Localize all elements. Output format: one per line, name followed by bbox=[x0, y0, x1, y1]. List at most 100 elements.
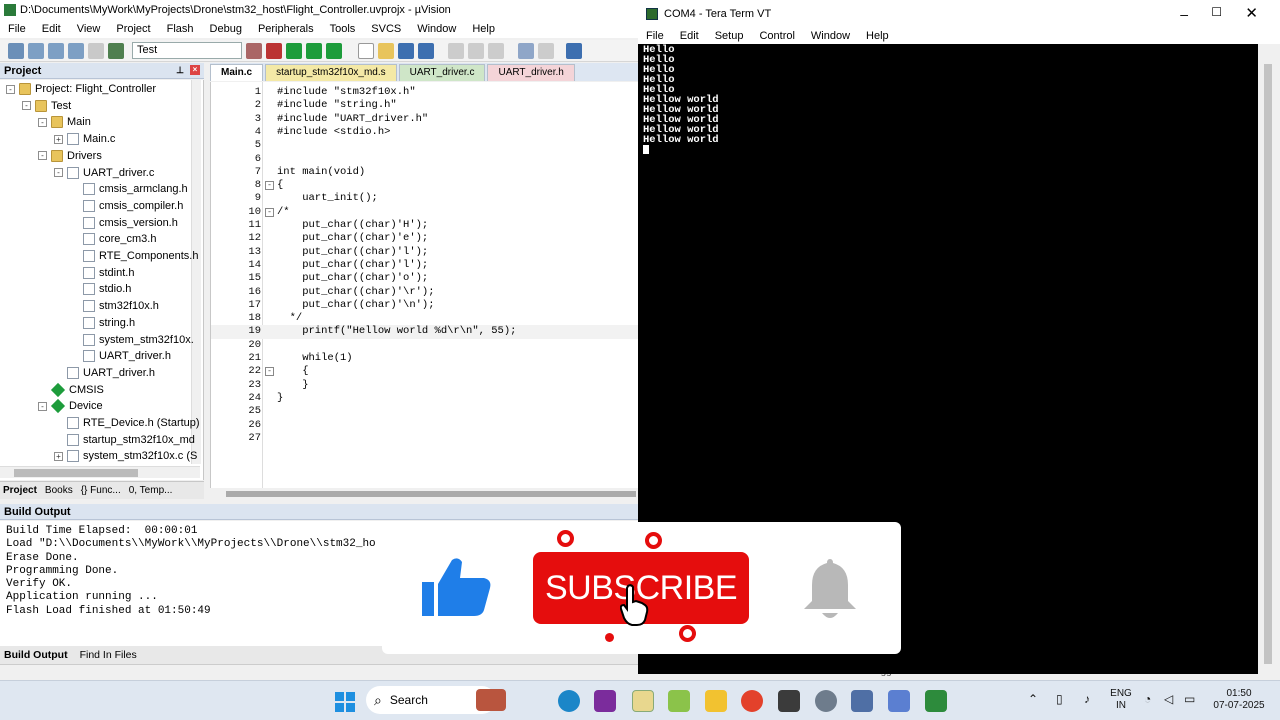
fold-toggle-icon[interactable]: - bbox=[265, 367, 274, 377]
tray-chevron-icon[interactable]: ⌃ bbox=[1028, 692, 1038, 706]
terminal-vscroll-thumb[interactable] bbox=[1264, 64, 1272, 664]
menu-item-help[interactable]: Help bbox=[464, 23, 503, 35]
undo-icon[interactable] bbox=[518, 42, 534, 59]
tree-item[interactable]: - Drivers bbox=[38, 148, 102, 164]
build-tab[interactable]: Find In Files bbox=[80, 649, 137, 661]
menu-item-view[interactable]: View bbox=[69, 23, 109, 35]
tree-item[interactable]: startup_stm32f10x_md bbox=[54, 432, 195, 448]
editor-hscroll[interactable] bbox=[210, 488, 638, 500]
menu-item-project[interactable]: Project bbox=[108, 23, 158, 35]
tree-item[interactable]: - Test bbox=[22, 98, 71, 114]
open-file-icon[interactable] bbox=[378, 42, 394, 59]
tree-item[interactable]: core_cm3.h bbox=[70, 231, 156, 247]
tree-item[interactable]: - Device bbox=[38, 398, 103, 414]
tree-item[interactable]: + Main.c bbox=[54, 131, 115, 147]
fold-toggle-icon[interactable]: - bbox=[265, 181, 274, 191]
manage-components-icon[interactable] bbox=[266, 42, 282, 59]
usb-icon[interactable]: ▯ bbox=[1056, 692, 1063, 706]
tree-item[interactable]: RTE_Components.h bbox=[70, 248, 198, 264]
tt-menu-item-file[interactable]: File bbox=[638, 30, 672, 42]
editor-tab[interactable]: UART_driver.h bbox=[487, 64, 575, 81]
tree-item[interactable]: CMSIS bbox=[38, 382, 104, 398]
tree-item[interactable]: - UART_driver.c bbox=[54, 165, 154, 181]
tree-item[interactable]: cmsis_armclang.h bbox=[70, 181, 188, 197]
like-icon[interactable] bbox=[422, 556, 494, 618]
code-editor[interactable]: 1 #include "stm32f10x.h" 2 #include "string… bbox=[210, 82, 639, 488]
clock[interactable]: 01:50 07-07-2025 bbox=[1206, 688, 1272, 712]
menu-item-tools[interactable]: Tools bbox=[322, 23, 364, 35]
collapse-icon[interactable]: - bbox=[38, 117, 47, 127]
tree-item[interactable]: string.h bbox=[70, 315, 135, 331]
translate-icon[interactable] bbox=[8, 42, 24, 59]
tree-item[interactable]: stm32f10x.h bbox=[70, 298, 159, 314]
uvision-taskbar-icon[interactable] bbox=[632, 690, 654, 712]
save-icon[interactable] bbox=[398, 42, 414, 59]
rte-icon[interactable] bbox=[326, 42, 342, 59]
maximize-icon[interactable]: ☐ bbox=[1211, 5, 1222, 19]
battery-icon[interactable]: ▭ bbox=[1184, 692, 1195, 706]
editor-tab[interactable]: startup_stm32f10x_md.s bbox=[265, 64, 397, 81]
collapse-icon[interactable]: - bbox=[38, 151, 47, 161]
teraterm-taskbar-icon[interactable] bbox=[925, 690, 947, 712]
expand-icon[interactable]: + bbox=[54, 134, 63, 144]
tree-item[interactable]: stdio.h bbox=[70, 281, 131, 297]
terminal-icon[interactable] bbox=[778, 690, 800, 712]
tt-menu-item-window[interactable]: Window bbox=[803, 30, 858, 42]
project-tab[interactable]: Project bbox=[3, 485, 37, 496]
new-file-icon[interactable] bbox=[358, 42, 374, 59]
menu-item-debug[interactable]: Debug bbox=[202, 23, 250, 35]
editor-hscroll-thumb[interactable] bbox=[226, 491, 636, 497]
snipping-tool-icon[interactable] bbox=[888, 690, 910, 712]
build-tab[interactable]: Build Output bbox=[4, 649, 68, 661]
collapse-icon[interactable]: - bbox=[38, 401, 47, 411]
menu-item-edit[interactable]: Edit bbox=[34, 23, 69, 35]
copy-icon[interactable] bbox=[468, 42, 484, 59]
download-icon[interactable] bbox=[108, 42, 124, 59]
calculator-icon[interactable] bbox=[851, 690, 873, 712]
tt-menu-item-control[interactable]: Control bbox=[751, 30, 802, 42]
tt-menu-item-help[interactable]: Help bbox=[858, 30, 897, 42]
wifi-icon[interactable]: ◔ bbox=[1144, 692, 1151, 706]
notepadpp-icon[interactable] bbox=[668, 690, 690, 712]
fold-toggle-icon[interactable]: - bbox=[265, 207, 274, 217]
close-icon[interactable]: × bbox=[190, 65, 200, 75]
menu-item-window[interactable]: Window bbox=[409, 23, 464, 35]
editor-tab[interactable]: UART_driver.c bbox=[398, 64, 486, 81]
cut-icon[interactable] bbox=[448, 42, 464, 59]
menu-item-flash[interactable]: Flash bbox=[159, 23, 202, 35]
rebuild-icon[interactable] bbox=[48, 42, 64, 59]
tree-item[interactable]: system_stm32f10x. bbox=[70, 332, 194, 348]
paste-icon[interactable] bbox=[488, 42, 504, 59]
edge-icon[interactable] bbox=[558, 690, 580, 712]
menu-item-file[interactable]: File bbox=[0, 23, 34, 35]
tree-item[interactable]: cmsis_compiler.h bbox=[70, 198, 183, 214]
expand-icon[interactable]: + bbox=[54, 451, 63, 461]
menu-item-svcs[interactable]: SVCS bbox=[363, 23, 409, 35]
project-tab[interactable]: Books bbox=[45, 485, 73, 496]
target-select[interactable]: Test bbox=[132, 42, 242, 59]
project-tab[interactable]: {} Func... bbox=[81, 485, 121, 496]
project-tab[interactable]: 0, Temp... bbox=[129, 485, 173, 496]
menu-item-peripherals[interactable]: Peripherals bbox=[250, 23, 322, 35]
tree-item[interactable]: stdint.h bbox=[70, 265, 134, 281]
nav-back-icon[interactable] bbox=[566, 42, 582, 59]
tree-vscroll[interactable] bbox=[191, 80, 201, 464]
collapse-icon[interactable]: - bbox=[54, 168, 63, 177]
pack-installer-icon[interactable] bbox=[286, 42, 302, 59]
tree-item[interactable]: - Main bbox=[38, 114, 91, 130]
tree-hscroll-thumb[interactable] bbox=[14, 469, 138, 477]
bell-icon[interactable] bbox=[802, 557, 858, 623]
editor-tab[interactable]: Main.c bbox=[210, 64, 264, 81]
tree-item[interactable]: + system_stm32f10x.c (S bbox=[54, 448, 197, 464]
chrome-icon[interactable] bbox=[741, 690, 763, 712]
select-packs-icon[interactable] bbox=[306, 42, 322, 59]
pin-icon[interactable]: ⊥ bbox=[176, 65, 184, 76]
close-window-icon[interactable]: ✕ bbox=[1245, 4, 1258, 22]
tree-hscroll[interactable] bbox=[0, 466, 200, 478]
stop-build-icon[interactable] bbox=[88, 42, 104, 59]
terminal-vscroll[interactable] bbox=[1258, 44, 1280, 674]
redo-icon[interactable] bbox=[538, 42, 554, 59]
tree-item[interactable]: - Project: Flight_Controller bbox=[6, 81, 156, 97]
tree-item[interactable]: cmsis_version.h bbox=[70, 215, 178, 231]
tree-item[interactable]: RTE_Device.h (Startup) bbox=[54, 415, 200, 431]
